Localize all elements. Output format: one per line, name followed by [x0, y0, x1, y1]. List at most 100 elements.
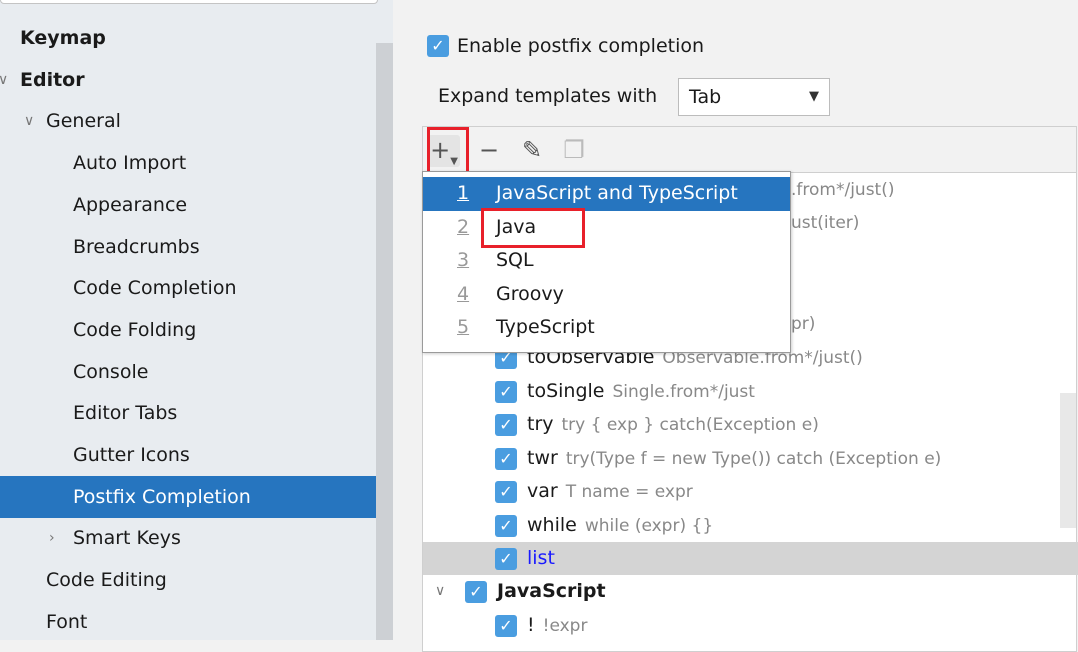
sidebar-item-label: Gutter Icons — [73, 444, 190, 466]
menu-item-groovy[interactable]: 4 Groovy — [423, 278, 790, 312]
edit-template-button[interactable]: ✎ — [516, 135, 548, 167]
checkbox-checked-icon[interactable]: ✓ — [465, 581, 487, 604]
menu-item-mnemonic: 5 — [457, 316, 470, 338]
template-description: while (expr) {} — [584, 515, 714, 536]
sidebar-item-auto-import[interactable]: Auto Import — [0, 142, 376, 184]
sidebar-item-code-folding[interactable]: Code Folding — [0, 309, 376, 351]
chevron-down-icon[interactable]: ∨ — [0, 59, 8, 101]
menu-item-java[interactable]: 2 Java — [423, 211, 790, 245]
sidebar-item-label: Breadcrumbs — [73, 235, 200, 258]
menu-item-mnemonic: 4 — [457, 282, 470, 305]
chevron-right-icon[interactable]: › — [49, 517, 55, 559]
template-key: try — [527, 413, 554, 436]
chevron-down-icon: ▼ — [809, 89, 819, 104]
sidebar-item-label: Console — [73, 360, 149, 383]
menu-item-mnemonic: 3 — [457, 249, 470, 271]
menu-item-label: SQL — [496, 249, 534, 271]
template-description: .from*/just() — [791, 180, 895, 200]
sidebar-item-code-editing[interactable]: Code Editing — [0, 559, 376, 601]
sidebar-item-code-completion[interactable]: Code Completion — [0, 267, 376, 309]
template-description: ust(iter) — [791, 213, 860, 234]
templates-toolbar: +▼ − ✎ ❐ — [422, 126, 1077, 172]
sidebar-item-label: Smart Keys — [73, 527, 181, 550]
enable-postfix-checkbox[interactable]: ✓ Enable postfix completion — [427, 34, 704, 57]
checkbox-checked-icon[interactable]: ✓ — [495, 547, 517, 570]
template-key: list — [527, 546, 555, 569]
minus-icon: − — [478, 136, 500, 164]
remove-template-button[interactable]: − — [473, 135, 505, 167]
template-description: try { exp } catch(Exception e) — [561, 415, 819, 436]
template-key: twr — [527, 446, 558, 469]
template-row[interactable]: ✓ while while (expr) {} — [423, 509, 1063, 542]
menu-item-label: TypeScript — [496, 316, 595, 338]
sidebar-item-breadcrumbs[interactable]: Breadcrumbs — [0, 226, 376, 268]
sidebar-scrollbar[interactable] — [376, 43, 393, 640]
sidebar-item-label: Keymap — [20, 27, 106, 49]
checkbox-checked-icon[interactable]: ✓ — [495, 514, 517, 537]
template-group[interactable]: ∨ ✓ JavaScript — [423, 575, 1063, 608]
sidebar-item-label: Font — [46, 610, 88, 633]
expand-templates-value: Tab — [689, 86, 722, 108]
chevron-down-icon[interactable]: ∨ — [435, 575, 445, 608]
sidebar-item-font[interactable]: Font — [0, 601, 376, 643]
template-key: while — [527, 513, 577, 536]
template-row[interactable]: ✓ try try { exp } catch(Exception e) — [423, 408, 1063, 441]
menu-item-sql[interactable]: 3 SQL — [423, 244, 790, 278]
template-description: pr) — [791, 313, 816, 334]
chevron-down-icon[interactable]: ∨ — [24, 100, 34, 142]
template-row[interactable]: ✓! !expr — [423, 609, 1063, 642]
settings-search-input[interactable] — [0, 0, 378, 4]
menu-item-mnemonic: 1 — [457, 182, 470, 204]
template-row[interactable]: ✓ toSingle Single.from*/just — [423, 375, 1063, 408]
sidebar-item-editor-tabs[interactable]: Editor Tabs — [0, 392, 376, 434]
template-description: !expr — [542, 615, 588, 636]
template-description: try(Type f = new Type()) catch (Exceptio… — [565, 448, 942, 469]
sidebar-item-label: Auto Import — [73, 152, 187, 175]
template-key: JavaScript — [497, 580, 606, 603]
sidebar-item-editor[interactable]: ∨ Editor — [0, 59, 376, 101]
template-row[interactable]: ✓ list — [423, 541, 1078, 575]
menu-item-label: Groovy — [496, 282, 564, 305]
sidebar-item-label: Code Editing — [46, 569, 167, 592]
template-row[interactable]: ✓ twr try(Type f = new Type()) catch (Exce… — [423, 442, 1063, 475]
sidebar-item-label: General — [46, 110, 121, 133]
checkbox-checked-icon[interactable]: ✓ — [495, 447, 517, 470]
checkbox-checked-icon[interactable]: ✓ — [495, 380, 517, 403]
sidebar-item-postfix-completion[interactable]: Postfix Completion — [0, 475, 393, 518]
checkbox-checked-icon[interactable]: ✓ — [495, 414, 517, 437]
menu-item-javascript-and-typescript[interactable]: 1 JavaScript and TypeScript — [423, 177, 790, 211]
templates-scrollbar[interactable] — [1060, 393, 1076, 528]
template-key: ! — [527, 613, 535, 636]
sidebar-item-keymap[interactable]: Keymap — [0, 17, 376, 59]
template-description: Single.from*/just — [612, 381, 755, 402]
sidebar-item-label: Editor Tabs — [73, 402, 178, 425]
template-key: var — [527, 480, 558, 503]
template-key: toSingle — [527, 379, 605, 402]
sidebar-item-label: Code Completion — [73, 277, 237, 300]
sidebar-item-label: Code Folding — [73, 318, 197, 341]
add-template-menu: 1 JavaScript and TypeScript 2 Java 3 SQL 4 Groo… — [422, 171, 791, 353]
checkbox-checked-icon[interactable]: ✓ — [427, 34, 449, 57]
menu-item-typescript[interactable]: 5 TypeScript — [423, 311, 790, 345]
highlight-box-java — [481, 208, 585, 248]
sidebar-item-label: Appearance — [73, 193, 188, 216]
sidebar-item-smart-keys[interactable]: › Smart Keys — [0, 517, 376, 559]
sidebar-item-console[interactable]: Console — [0, 351, 376, 393]
template-row[interactable]: ✓ var T name = expr — [423, 475, 1063, 508]
highlight-box-add — [427, 127, 469, 177]
sidebar-item-gutter-icons[interactable]: Gutter Icons — [0, 434, 376, 476]
enable-postfix-label: Enable postfix completion — [457, 34, 705, 57]
copy-template-button[interactable]: ❐ — [558, 135, 590, 167]
pencil-icon: ✎ — [521, 136, 543, 164]
menu-item-mnemonic: 2 — [457, 215, 470, 238]
checkbox-checked-icon[interactable]: ✓ — [495, 614, 517, 637]
copy-icon: ❐ — [563, 136, 585, 164]
template-description: T name = expr — [565, 482, 693, 503]
menu-item-label: JavaScript and TypeScript — [496, 182, 738, 204]
sidebar-item-label: Postfix Completion — [73, 485, 251, 508]
expand-templates-select[interactable]: Tab ▼ — [678, 78, 830, 116]
sidebar-item-appearance[interactable]: Appearance — [0, 184, 376, 226]
checkbox-checked-icon[interactable]: ✓ — [495, 481, 517, 504]
expand-templates-label: Expand templates with — [438, 85, 658, 107]
sidebar-item-general[interactable]: ∨ General — [0, 100, 376, 142]
